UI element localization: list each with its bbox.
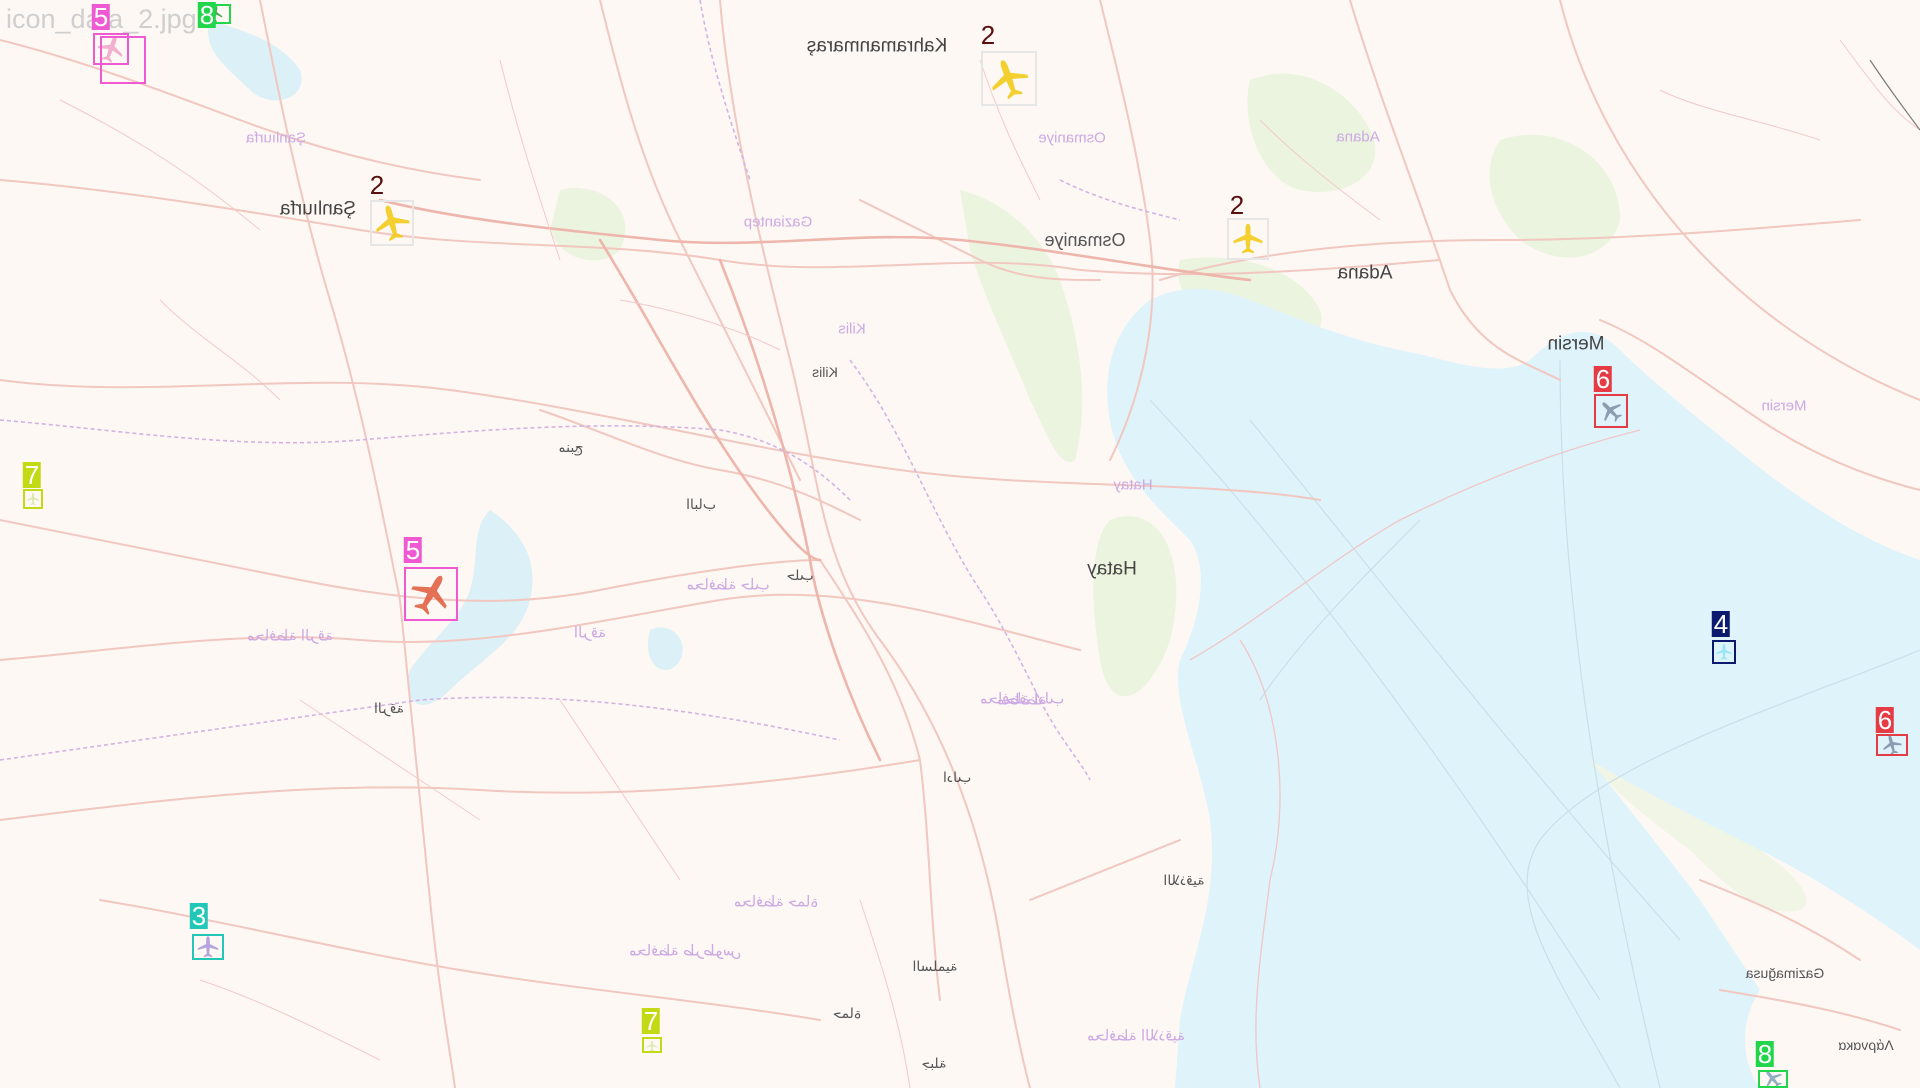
detection-box [192, 934, 224, 960]
detection-box [100, 36, 146, 84]
place-label-arabic-muhafazat-tartus: محافظة طرطوس [628, 942, 742, 960]
place-label-arabic-faint-2: الرقة [573, 624, 607, 642]
place-label-arabic-raqqa: الرقة [373, 700, 405, 716]
detection-class-label: 4 [1711, 609, 1731, 639]
place-label-arabic-muhafazat-hama: محافظة حماة [733, 893, 819, 911]
place-label-mersin: Mersin [1547, 333, 1605, 355]
place-label-gaziantep-faint: Gaziantep [743, 213, 813, 231]
detection-box [370, 200, 414, 246]
detection-box [981, 51, 1037, 106]
place-label-arabic-faint-1: محافظة [997, 691, 1047, 709]
detection-box [1876, 734, 1908, 756]
place-label-arabic-albab: الباب [686, 496, 716, 512]
place-label-adana: Adana [1337, 262, 1393, 284]
detection-class-label: 6 [1875, 705, 1895, 735]
detection-class-label: 7 [641, 1006, 661, 1036]
detection-box [23, 489, 43, 509]
detection-box [404, 567, 458, 621]
place-label-arabic-muhafazat-latakia: محافظة اللاذقية [1086, 1027, 1186, 1045]
place-label-arabic-halab: حلب [786, 567, 814, 583]
detection-class-label: 2 [1229, 190, 1245, 220]
place-label-sanliurfa-faint: Şanlıurfa [245, 129, 307, 147]
place-label-hatay-faint: Hatay [1113, 476, 1153, 494]
detection-class-label: 7 [22, 460, 42, 490]
detection-class-label: 5 [403, 535, 423, 565]
place-label-sanliurfa: Şanlıurfa [279, 198, 357, 220]
place-label-arabic-manbij: منبج [558, 439, 584, 455]
place-label-arabic-hama: حماة [832, 1005, 862, 1021]
place-label-arabic-idlib: ادلب [942, 769, 972, 785]
place-label-kilis-faint: Kilis [838, 320, 866, 338]
place-label-kahramanmaras: Kahramanmaraş [806, 35, 948, 57]
detection-class-label: 6 [1593, 364, 1613, 394]
detection-box [642, 1037, 662, 1053]
detection-class-label: 2 [369, 170, 385, 200]
place-label-arabic-latakia: اللاذقية [1163, 872, 1205, 888]
place-label-osmaniye-faint: Osmaniye [1038, 129, 1106, 147]
place-label-osmaniye: Osmaniye [1044, 230, 1126, 250]
place-label-hatay: Hatay [1087, 558, 1137, 580]
detection-class-label: 2 [980, 20, 996, 50]
place-label-arabic-muhafazat-raqqa: محافظة الرقة [246, 627, 334, 645]
place-label-adana-faint: Adana [1336, 128, 1380, 146]
detection-box [1227, 218, 1269, 260]
detection-class-label: 3 [189, 901, 209, 931]
place-label-arabic-salamiyah: السلمية [912, 958, 958, 974]
detection-box [1712, 640, 1736, 664]
place-label-gazimagusa: Gazimağusa [1745, 965, 1825, 981]
place-label-arabic-muhafazat-halab: محافظة حلب [686, 576, 770, 594]
map-canvas[interactable]: icon_data_2.jpg KahramanmaraşŞanlıurfaOs… [0, 0, 1920, 1088]
place-label-larnaka: Λάρνακα [1838, 1037, 1894, 1053]
detection-class-label: 5 [91, 2, 111, 32]
place-label-kilis: Kilis [812, 364, 838, 380]
place-label-mersin-faint: Mersin [1761, 397, 1807, 415]
detection-class-label: 8 [1755, 1039, 1775, 1069]
detection-box [1594, 394, 1628, 428]
detection-box [1758, 1070, 1788, 1088]
place-label-arabic-jableh: جبلة [921, 1055, 947, 1071]
basemap [0, 0, 1920, 1088]
detection-class-label: 8 [197, 0, 217, 30]
